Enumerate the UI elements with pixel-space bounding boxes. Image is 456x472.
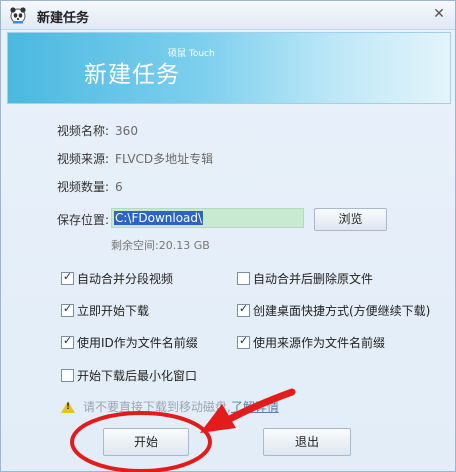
warning-text: 请不要直接下载到移动磁盘,	[83, 400, 231, 414]
checkbox-desktop-shortcut[interactable]	[237, 302, 250, 317]
close-icon[interactable]: ✕	[431, 6, 447, 22]
save-path-input[interactable]: C:\FDownload\	[111, 208, 304, 228]
new-task-dialog: 新建任务 ✕ 硕鼠 Touch 新建任务 视频名称: 360 视频来源: FLVCD…	[0, 0, 456, 472]
checkbox-id-prefix[interactable]	[61, 334, 74, 349]
option-source-prefix-label: 使用来源作为文件名前缀	[253, 336, 386, 350]
video-name-value: 360	[115, 124, 138, 138]
video-count-row: 视频数量: 6	[57, 178, 123, 195]
option-desktop-shortcut-label: 创建桌面快捷方式(方便继续下载)	[253, 304, 431, 318]
video-count-label: 视频数量:	[57, 180, 110, 194]
option-start-immediately[interactable]: 立即开始下载	[61, 302, 149, 319]
panda-icon	[10, 7, 26, 24]
checkbox-auto-merge[interactable]	[61, 270, 74, 285]
option-minimize-window[interactable]: 开始下载后最小化窗口	[61, 367, 197, 384]
save-location-label: 保存位置:	[57, 213, 110, 227]
video-source-label: 视频来源:	[57, 152, 110, 166]
option-id-prefix-label: 使用ID作为文件名前缀	[77, 336, 198, 350]
banner-title: 新建任务	[84, 62, 180, 88]
start-button[interactable]: 开始	[103, 428, 189, 456]
option-desktop-shortcut[interactable]: 创建桌面快捷方式(方便继续下载)	[237, 302, 430, 319]
learn-more-link[interactable]: 了解详情	[231, 400, 279, 414]
option-auto-merge[interactable]: 自动合并分段视频	[61, 270, 173, 287]
checkbox-start-immediately[interactable]	[61, 302, 74, 317]
exit-button[interactable]: 退出	[263, 428, 351, 456]
video-name-row: 视频名称: 360	[57, 122, 138, 139]
header-banner: 硕鼠 Touch 新建任务	[7, 32, 451, 104]
video-name-label: 视频名称:	[57, 124, 110, 138]
save-path-value: C:\FDownload\	[114, 211, 204, 225]
option-minimize-window-label: 开始下载后最小化窗口	[77, 369, 198, 383]
video-source-row: 视频来源: FLVCD多地址专辑	[57, 150, 213, 167]
option-auto-merge-label: 自动合并分段视频	[77, 272, 174, 286]
option-delete-after-merge[interactable]: 自动合并后删除原文件	[237, 270, 373, 287]
checkbox-source-prefix[interactable]	[237, 334, 250, 349]
warning-message: 请不要直接下载到移动磁盘,了解详情	[61, 398, 279, 415]
warning-icon	[61, 401, 75, 413]
checkbox-delete-after-merge[interactable]	[237, 272, 250, 285]
option-id-prefix[interactable]: 使用ID作为文件名前缀	[61, 334, 198, 351]
free-space-text: 剩余空间:20.13 GB	[111, 239, 210, 252]
option-delete-after-merge-label: 自动合并后删除原文件	[253, 272, 374, 286]
option-start-immediately-label: 立即开始下载	[77, 304, 150, 318]
video-count-value: 6	[115, 180, 123, 194]
video-source-value: FLVCD多地址专辑	[115, 152, 214, 166]
window-title: 新建任务	[37, 11, 90, 26]
checkbox-minimize-window[interactable]	[61, 369, 74, 382]
title-bar[interactable]: 新建任务 ✕	[1, 1, 455, 30]
option-source-prefix[interactable]: 使用来源作为文件名前缀	[237, 334, 385, 351]
browse-button[interactable]: 浏览	[314, 208, 387, 231]
